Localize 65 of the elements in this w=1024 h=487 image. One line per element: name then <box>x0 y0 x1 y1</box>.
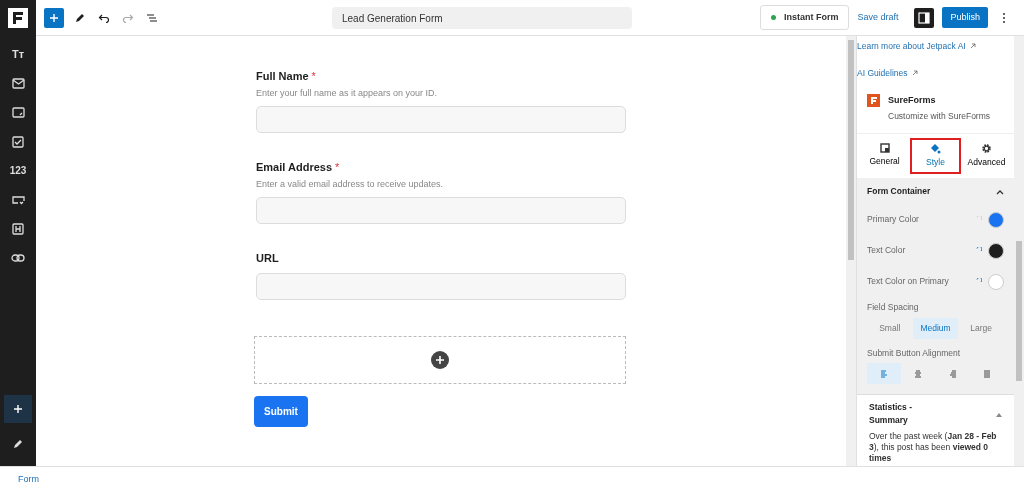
settings-icon <box>981 142 992 154</box>
panel-title: Statistics - Summary <box>869 401 913 427</box>
spacing-option[interactable]: Large <box>958 317 1004 339</box>
layout-icon <box>879 142 890 153</box>
color-swatch[interactable] <box>988 211 1004 228</box>
paint-bucket-icon <box>930 142 941 154</box>
required-mark: * <box>311 69 316 84</box>
statistics-text: Over the past week (Jan 28 - Feb 3), this post has been viewed 0 times <box>869 430 998 465</box>
setting-label: Text Color on Primary <box>867 275 950 288</box>
checkbox-icon[interactable] <box>12 135 24 148</box>
field-label: Full Name <box>256 69 309 84</box>
chevron-up-icon[interactable] <box>996 190 1004 196</box>
text-block-icon[interactable]: Tт <box>11 46 25 63</box>
panel-tab[interactable]: General <box>859 137 910 174</box>
pencil-icon[interactable] <box>12 438 24 449</box>
help-text: Enter your full name as it appears on your ID. <box>256 86 439 100</box>
setting-label: Text Color <box>867 244 907 257</box>
panel-tab[interactable]: Advanced <box>961 137 1012 174</box>
setting-label: Field Spacing <box>867 301 920 314</box>
align-left-icon <box>879 369 890 379</box>
plus-icon <box>13 403 23 414</box>
align-center-icon <box>913 369 924 379</box>
panel-link[interactable]: AI Guidelines <box>857 66 908 80</box>
collapse-icon[interactable] <box>996 412 1002 417</box>
envelope-icon[interactable] <box>11 78 25 89</box>
plugin-description: Customize with SureForms <box>888 110 991 123</box>
field-label: Email Address <box>256 160 332 175</box>
input-field[interactable] <box>256 197 626 224</box>
logo-icon[interactable] <box>8 8 28 28</box>
setting-label: Primary Color <box>867 213 920 226</box>
submit-button[interactable]: Submit <box>254 395 308 427</box>
publish-button[interactable]: Publish <box>942 6 988 29</box>
plus-icon <box>49 12 59 23</box>
add-block-icon[interactable] <box>431 350 449 369</box>
color-swatch[interactable] <box>988 242 1004 259</box>
dropdown-icon[interactable] <box>11 194 25 205</box>
number-block-label[interactable]: 123 <box>9 163 27 178</box>
add-block-button[interactable] <box>44 7 64 28</box>
help-text: Enter a valid email address to receive updates. <box>256 177 445 191</box>
external-link-icon <box>969 43 976 50</box>
heading-icon[interactable] <box>12 222 24 235</box>
plugin-logo-icon <box>867 93 880 107</box>
align-right-icon <box>947 369 958 379</box>
input-field[interactable] <box>256 106 626 133</box>
setting-label: Submit Button Alignment <box>867 346 962 360</box>
section-title: Form Container <box>867 185 931 199</box>
link-icon[interactable] <box>11 253 25 262</box>
panel-link[interactable]: Learn more about Jetpack AI <box>857 40 966 53</box>
input-field[interactable] <box>256 272 626 300</box>
plugin-name: SureForms <box>888 93 937 107</box>
field-label: URL <box>256 251 280 266</box>
breadcrumb-link[interactable]: Form <box>18 474 39 484</box>
sidebar-toggle-icon[interactable] <box>914 7 935 28</box>
instant-form-button[interactable]: Instant Form <box>759 4 850 31</box>
spacing-option[interactable]: Small <box>867 317 913 339</box>
required-mark: * <box>335 160 340 175</box>
color-swatch[interactable] <box>988 273 1004 290</box>
external-link-icon <box>911 70 918 77</box>
spacing-option[interactable]: Medium <box>912 317 959 339</box>
document-title[interactable]: Lead Generation Form <box>331 6 632 29</box>
add-block-button[interactable] <box>4 394 32 423</box>
panel-tab[interactable]: Style <box>910 137 961 174</box>
justify-icon <box>981 369 992 379</box>
save-draft-link[interactable]: Save draft <box>857 10 899 25</box>
textarea-icon[interactable] <box>11 107 25 118</box>
